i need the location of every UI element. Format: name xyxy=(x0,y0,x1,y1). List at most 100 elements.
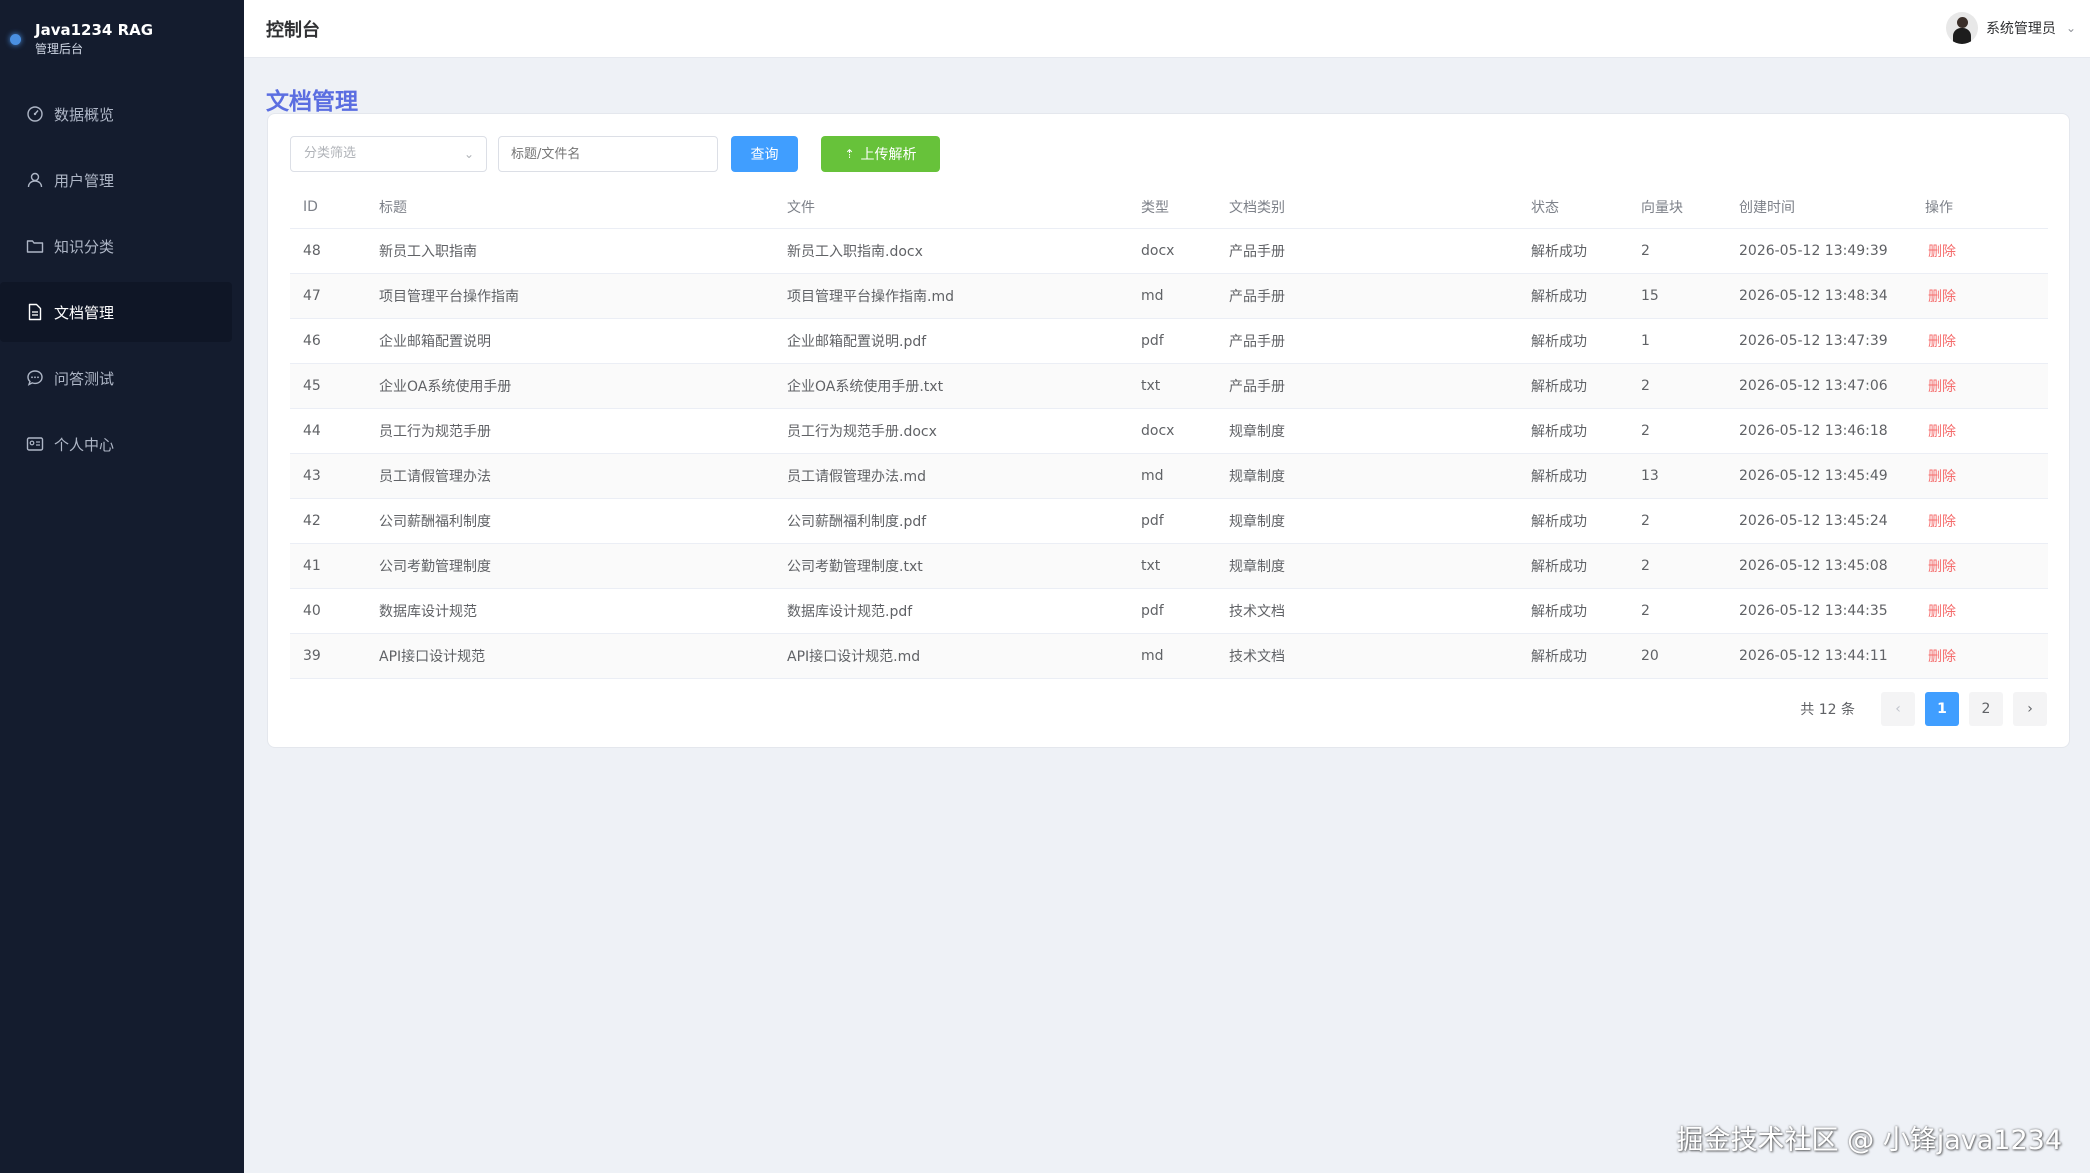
prev-page-button[interactable]: ‹ xyxy=(1881,692,1915,726)
cell-category: 产品手册 xyxy=(1216,273,1518,319)
cell-title: 公司薪酬福利制度 xyxy=(366,498,774,544)
page-button-2[interactable]: 2 xyxy=(1969,692,2003,726)
sidebar-item-label: 用户管理 xyxy=(54,171,115,190)
sidebar-item-qa-test[interactable]: 问答测试 xyxy=(0,348,244,408)
cell-chunks: 2 xyxy=(1628,588,1726,634)
table-row[interactable]: 41 公司考勤管理制度 公司考勤管理制度.txt txt 规章制度 解析成功 2 2026-0… xyxy=(290,543,2048,589)
folder-icon xyxy=(26,237,44,255)
cell-chunks: 2 xyxy=(1628,498,1726,544)
cell-created-at: 2026-05-12 13:49:39 xyxy=(1726,228,1912,274)
delete-link[interactable]: 删除 xyxy=(1925,604,1956,620)
next-page-button[interactable]: › xyxy=(2013,692,2047,726)
column-header: 创建时间 xyxy=(1726,186,1912,229)
avatar[interactable] xyxy=(1945,12,1978,44)
cell-id: 45 xyxy=(290,363,366,409)
cell-type: txt xyxy=(1128,543,1216,589)
cell-status: 解析成功 xyxy=(1518,408,1628,454)
page-button-1[interactable]: 1 xyxy=(1925,692,1959,726)
cell-actions: 删除 xyxy=(1912,273,2048,319)
brand-subtitle: 管理后台 xyxy=(35,42,84,56)
delete-link[interactable]: 删除 xyxy=(1925,334,1956,350)
keyword-search-input[interactable] xyxy=(498,136,718,172)
cell-file: 数据库设计规范.pdf xyxy=(774,588,1128,634)
delete-link[interactable]: 删除 xyxy=(1925,244,1956,260)
brand-title: Java1234 RAG xyxy=(35,21,154,39)
cell-file: 公司薪酬福利制度.pdf xyxy=(774,498,1128,544)
table-row[interactable]: 42 公司薪酬福利制度 公司薪酬福利制度.pdf pdf 规章制度 解析成功 2 2026-0… xyxy=(290,498,2048,544)
dashboard-icon xyxy=(26,105,44,123)
cell-id: 41 xyxy=(290,543,366,589)
cell-id: 42 xyxy=(290,498,366,544)
sidebar-item-users[interactable]: 用户管理 xyxy=(0,150,244,210)
sidebar-item-profile[interactable]: 个人中心 xyxy=(0,414,244,474)
cell-status: 解析成功 xyxy=(1518,318,1628,364)
table-body: 48 新员工入职指南 新员工入职指南.docx docx 产品手册 解析成功 2 2026-0… xyxy=(290,228,2048,679)
user-menu[interactable]: 系统管理员 ⌄ xyxy=(1945,12,2076,44)
cell-actions: 删除 xyxy=(1912,318,2048,364)
table-row[interactable]: 39 API接口设计规范 API接口设计规范.md md 技术文档 解析成功 20 2026-… xyxy=(290,633,2048,679)
user-icon xyxy=(26,171,44,189)
table-row[interactable]: 47 项目管理平台操作指南 项目管理平台操作指南.md md 产品手册 解析成功 15 202… xyxy=(290,273,2048,319)
cell-id: 40 xyxy=(290,588,366,634)
cell-chunks: 1 xyxy=(1628,318,1726,364)
cell-type: md xyxy=(1128,273,1216,319)
cell-file: 员工请假管理办法.md xyxy=(774,453,1128,499)
cell-type: pdf xyxy=(1128,498,1216,544)
category-select-placeholder: 分类筛选 xyxy=(304,146,357,161)
table-row[interactable]: 44 员工行为规范手册 员工行为规范手册.docx docx 规章制度 解析成功 2 2026… xyxy=(290,408,2048,454)
cell-title: 企业邮箱配置说明 xyxy=(366,318,774,364)
cell-id: 44 xyxy=(290,408,366,454)
cell-created-at: 2026-05-12 13:44:11 xyxy=(1726,633,1912,679)
sidebar-item-label: 数据概览 xyxy=(54,105,115,124)
cell-id: 48 xyxy=(290,228,366,274)
cell-status: 解析成功 xyxy=(1518,273,1628,319)
cell-file: 企业邮箱配置说明.pdf xyxy=(774,318,1128,364)
chevron-down-icon[interactable]: ⌄ xyxy=(2066,21,2076,35)
delete-link[interactable]: 删除 xyxy=(1925,649,1956,665)
delete-link[interactable]: 删除 xyxy=(1925,514,1956,530)
cell-chunks: 2 xyxy=(1628,228,1726,274)
pagination-total: 共 12 条 xyxy=(1800,702,1855,718)
user-name[interactable]: 系统管理员 xyxy=(1986,18,2056,38)
category-select[interactable]: 分类筛选 ⌄ xyxy=(290,136,487,172)
chat-icon xyxy=(26,369,44,387)
cell-category: 规章制度 xyxy=(1216,543,1518,589)
sidebar-item-dashboard[interactable]: 数据概览 xyxy=(0,84,244,144)
cell-id: 47 xyxy=(290,273,366,319)
cell-actions: 删除 xyxy=(1912,633,2048,679)
table-row[interactable]: 45 企业OA系统使用手册 企业OA系统使用手册.txt txt 产品手册 解析成功 2 20… xyxy=(290,363,2048,409)
sidebar-item-categories[interactable]: 知识分类 xyxy=(0,216,244,276)
cell-status: 解析成功 xyxy=(1518,633,1628,679)
table-row[interactable]: 40 数据库设计规范 数据库设计规范.pdf pdf 技术文档 解析成功 2 2026-05-… xyxy=(290,588,2048,634)
column-header: ID xyxy=(290,186,366,229)
sidebar-item-documents[interactable]: 文档管理 xyxy=(0,282,232,342)
cell-title: API接口设计规范 xyxy=(366,633,774,679)
upload-parse-button[interactable]: ⇡ 上传解析 xyxy=(821,136,940,172)
delete-link[interactable]: 删除 xyxy=(1925,289,1956,305)
delete-link[interactable]: 删除 xyxy=(1925,469,1956,485)
watermark: 掘金技术社区 @ 小锋java1234 xyxy=(1676,1125,2062,1156)
cell-type: txt xyxy=(1128,363,1216,409)
pagination: 共 12 条 ‹ 1 2 › xyxy=(1800,692,2047,726)
cell-title: 公司考勤管理制度 xyxy=(366,543,774,589)
table-row[interactable]: 43 员工请假管理办法 员工请假管理办法.md md 规章制度 解析成功 13 2026-05… xyxy=(290,453,2048,499)
cell-id: 46 xyxy=(290,318,366,364)
column-header: 操作 xyxy=(1912,186,2048,229)
top-header: 控制台 系统管理员 ⌄ xyxy=(244,0,2090,58)
column-header: 类型 xyxy=(1128,186,1216,229)
delete-link[interactable]: 删除 xyxy=(1925,424,1956,440)
cell-type: md xyxy=(1128,633,1216,679)
cell-file: 公司考勤管理制度.txt xyxy=(774,543,1128,589)
table-row[interactable]: 48 新员工入职指南 新员工入职指南.docx docx 产品手册 解析成功 2 2026-0… xyxy=(290,228,2048,274)
cell-chunks: 2 xyxy=(1628,363,1726,409)
brand[interactable]: Java1234 RAG 管理后台 xyxy=(10,20,153,57)
cell-actions: 删除 xyxy=(1912,588,2048,634)
delete-link[interactable]: 删除 xyxy=(1925,559,1956,575)
table-row[interactable]: 46 企业邮箱配置说明 企业邮箱配置说明.pdf pdf 产品手册 解析成功 1 2026-0… xyxy=(290,318,2048,364)
cell-file: API接口设计规范.md xyxy=(774,633,1128,679)
cell-title: 新员工入职指南 xyxy=(366,228,774,274)
cell-title: 员工行为规范手册 xyxy=(366,408,774,454)
query-button[interactable]: 查询 xyxy=(731,136,798,172)
cell-id: 39 xyxy=(290,633,366,679)
delete-link[interactable]: 删除 xyxy=(1925,379,1956,395)
